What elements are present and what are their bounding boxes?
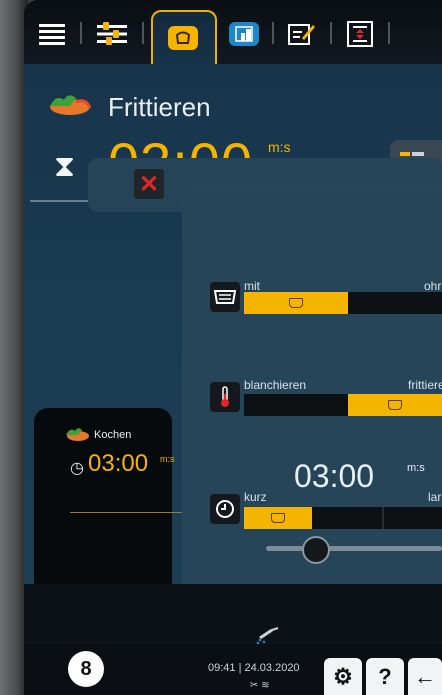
help-icon: ? [378, 663, 392, 689]
hamburger-icon[interactable] [30, 14, 74, 54]
timer-icon: ◷ [70, 460, 84, 477]
step-badge: 8 [68, 651, 104, 687]
shower-icon [256, 627, 279, 644]
back-button[interactable]: ← [408, 658, 442, 695]
back-arrow-icon: ← [414, 663, 436, 689]
hourglass-icon: ⧗ [54, 150, 76, 183]
toolbar-separator [388, 22, 390, 44]
program-icon[interactable] [338, 14, 382, 54]
bar-divider [382, 507, 384, 529]
setting-basket-right-label: ohr [424, 279, 442, 293]
sliders-icon[interactable] [90, 14, 134, 54]
pot-icon [271, 513, 285, 523]
kochen-title: Kochen [94, 429, 132, 441]
vegetables-icon [50, 95, 92, 115]
pot-icon [388, 400, 402, 410]
panel-icon[interactable] [222, 14, 266, 54]
gear-icon: ⚙ [333, 663, 353, 689]
pot-icon [289, 298, 303, 308]
duration-option-selected[interactable] [244, 507, 312, 529]
timer-icon [210, 494, 240, 524]
top-toolbar [24, 0, 442, 70]
cancel-button[interactable]: ✕ [134, 169, 164, 199]
settings-button[interactable]: ⚙ [324, 658, 362, 695]
vegetables-icon [66, 428, 89, 441]
pot-icon[interactable] [161, 18, 205, 58]
edit-icon[interactable] [280, 14, 324, 54]
program-title: Frittieren [108, 92, 211, 122]
help-button[interactable]: ? [366, 658, 404, 695]
setting-duration-right-label: lar [428, 490, 442, 504]
oven-display: Frittieren ⧗ 03:00 m:s ✕ mit ohr blanchi… [24, 0, 442, 695]
basket-icon [210, 282, 240, 312]
duration-slider-track[interactable] [266, 546, 442, 551]
setting-timer-value[interactable]: 03:00 [294, 458, 374, 495]
setting-timer-unit: m:s [407, 462, 425, 474]
clock-date: 09:41 | 24.03.2020 [208, 662, 300, 674]
toolbar-separator [330, 22, 332, 44]
toolbar-separator [80, 22, 82, 44]
temperature-option-selected[interactable] [348, 394, 442, 416]
setting-basket-left-label: mit [244, 279, 260, 293]
kochen-time: 03:00 [88, 450, 149, 477]
close-icon: ✕ [138, 170, 160, 198]
setting-duration-left-label: kurz [244, 490, 267, 504]
setting-temp-left-label: blanchieren [244, 378, 307, 392]
duration-slider-handle[interactable] [302, 536, 330, 564]
toolbar-separator [142, 22, 144, 44]
kochen-time-unit: m:s [160, 454, 175, 464]
bottom-wave [24, 584, 442, 644]
kochen-progress-line [70, 512, 182, 513]
thermometer-icon [210, 382, 240, 412]
basket-option-selected[interactable] [244, 292, 348, 314]
toolbar-separator [272, 22, 274, 44]
setting-temp-right-label: frittiere [408, 378, 442, 392]
connection-icons: ✂ ≋ [250, 680, 270, 691]
remaining-time-unit: m:s [268, 139, 291, 155]
